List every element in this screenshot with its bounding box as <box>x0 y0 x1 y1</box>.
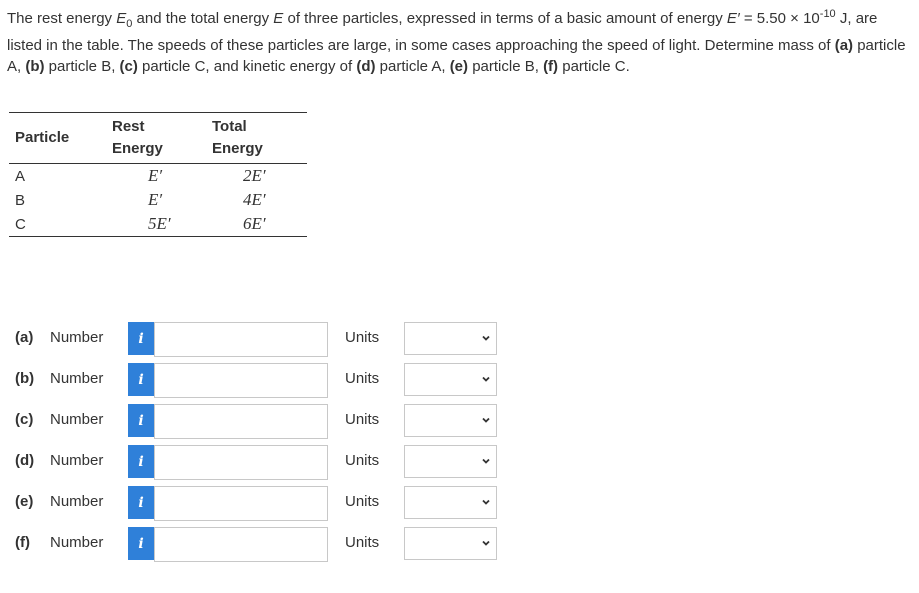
cell-total: 4E′ <box>243 190 266 209</box>
table-header-row: Particle Rest Energy Total Energy <box>9 112 307 164</box>
units-label: Units <box>345 370 380 387</box>
part-label: (c) <box>15 411 34 428</box>
units-select-b[interactable] <box>404 363 497 396</box>
units-label: Units <box>345 493 380 510</box>
part-label: (d) <box>15 452 35 469</box>
energy-table: Particle Rest Energy Total Energy A E′ 2E′… <box>9 112 307 237</box>
table-row: B E′ 4E′ <box>9 188 307 212</box>
number-label: Number <box>50 370 104 387</box>
chevron-down-icon <box>482 540 490 546</box>
cell-rest: 5E′ <box>112 212 212 237</box>
info-icon[interactable]: i <box>128 404 154 437</box>
cell-total: 6E′ <box>212 212 307 237</box>
units-select-a[interactable] <box>404 322 497 355</box>
chevron-down-icon <box>482 499 490 505</box>
number-input-e[interactable] <box>154 486 328 521</box>
units-label: Units <box>345 534 380 551</box>
cell-total: 2E′ <box>243 166 266 185</box>
answer-row-f: (f) Number i Units <box>15 527 515 562</box>
chevron-down-icon <box>482 376 490 382</box>
table-row: C 5E′ 6E′ <box>9 212 307 237</box>
units-label: Units <box>345 452 380 469</box>
table-row: A E′ 2E′ <box>9 164 307 189</box>
chevron-down-icon <box>482 458 490 464</box>
units-label: Units <box>345 329 380 346</box>
cell-particle: C <box>9 212 112 237</box>
part-label: (e) <box>15 493 34 510</box>
header-rest-energy: Rest Energy <box>112 112 212 164</box>
part-label: (b) <box>15 370 35 387</box>
number-label: Number <box>50 329 104 346</box>
cell-rest: E′ <box>148 166 163 185</box>
cell-particle: B <box>15 191 26 209</box>
cell-particle: A <box>15 167 26 185</box>
units-select-e[interactable] <box>404 486 497 519</box>
answer-row-e: (e) Number i Units <box>15 486 515 521</box>
part-label: (f) <box>15 534 30 551</box>
number-input-a[interactable] <box>154 322 328 357</box>
part-label: (a) <box>15 329 34 346</box>
info-icon[interactable]: i <box>128 322 154 355</box>
units-label: Units <box>345 411 380 428</box>
answer-row-b: (b) Number i Units <box>15 363 515 398</box>
answer-row-a: (a) Number i Units <box>15 322 515 357</box>
answer-row-c: (c) Number i Units <box>15 404 515 439</box>
number-input-b[interactable] <box>154 363 328 398</box>
info-icon[interactable]: i <box>128 486 154 519</box>
question-text: The rest energy E0 and the total energy … <box>7 8 906 75</box>
number-label: Number <box>50 493 104 510</box>
answer-row-d: (d) Number i Units <box>15 445 515 480</box>
header-total-energy: Total Energy <box>212 112 307 164</box>
number-label: Number <box>50 452 104 469</box>
chevron-down-icon <box>482 417 490 423</box>
units-select-c[interactable] <box>404 404 497 437</box>
chevron-down-icon <box>482 335 490 341</box>
number-label: Number <box>50 411 104 428</box>
header-particle: Particle <box>9 112 112 164</box>
number-input-f[interactable] <box>154 527 328 562</box>
units-select-f[interactable] <box>404 527 497 560</box>
cell-rest: E′ <box>148 190 163 209</box>
number-input-d[interactable] <box>154 445 328 480</box>
info-icon[interactable]: i <box>128 445 154 478</box>
number-input-c[interactable] <box>154 404 328 439</box>
units-select-d[interactable] <box>404 445 497 478</box>
info-icon[interactable]: i <box>128 363 154 396</box>
number-label: Number <box>50 534 104 551</box>
info-icon[interactable]: i <box>128 527 154 560</box>
